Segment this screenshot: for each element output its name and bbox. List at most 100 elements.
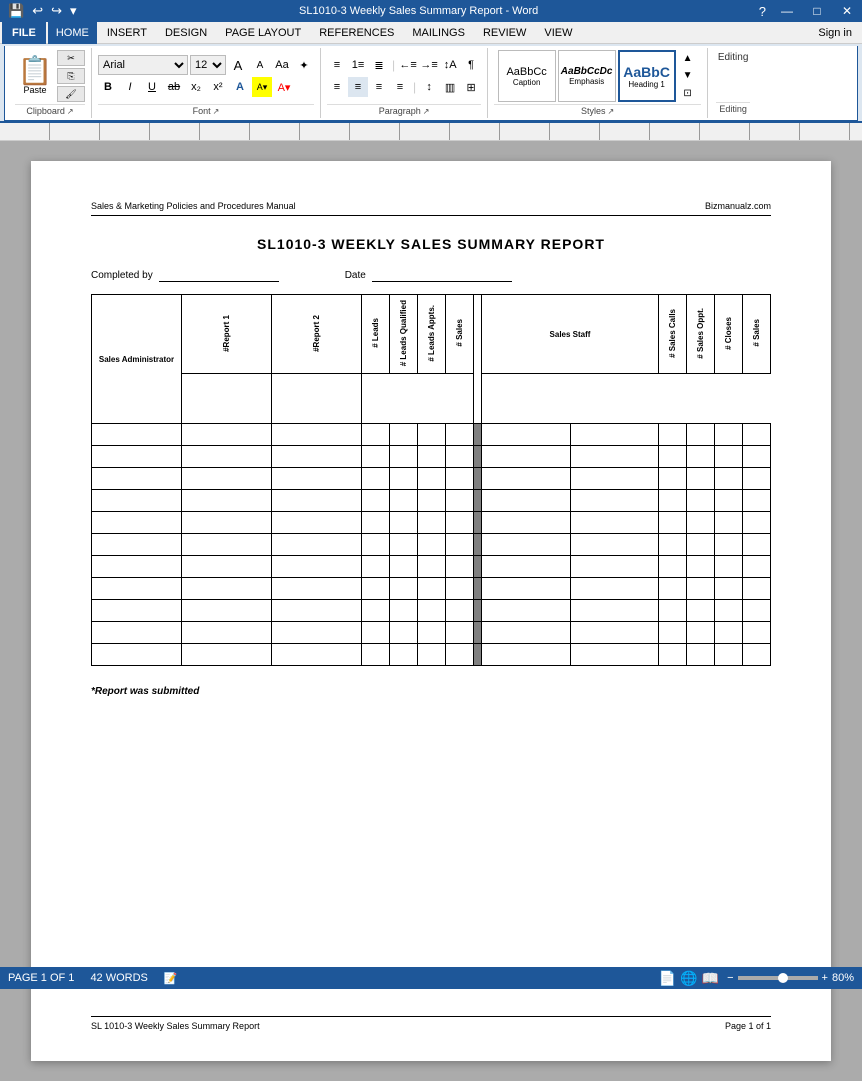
table-cell[interactable] [687, 490, 715, 512]
table-cell[interactable] [446, 578, 474, 600]
web-layout-icon[interactable]: 🌐 [680, 970, 697, 987]
table-cell[interactable] [715, 644, 743, 666]
save-icon[interactable]: 💾 [6, 3, 26, 19]
table-cell[interactable] [687, 446, 715, 468]
table-cell[interactable] [182, 424, 272, 446]
highlight-button[interactable]: A▾ [252, 77, 272, 97]
proofing-icon[interactable]: 📝 [164, 972, 178, 985]
table-cell[interactable] [362, 512, 390, 534]
table-cell[interactable] [659, 578, 687, 600]
borders-button[interactable]: ⊞ [461, 77, 481, 97]
align-center-button[interactable]: ≡ [348, 77, 368, 97]
view-tab[interactable]: VIEW [536, 22, 580, 44]
table-cell[interactable] [418, 512, 446, 534]
text-effects-button[interactable]: A [230, 77, 250, 97]
mailings-tab[interactable]: MAILINGS [404, 22, 473, 44]
style-heading1[interactable]: AaBbC Heading 1 [618, 50, 676, 102]
qa-dropdown-icon[interactable]: ▾ [68, 3, 79, 19]
table-cell[interactable] [362, 578, 390, 600]
table-cell[interactable] [182, 468, 272, 490]
table-cell[interactable] [715, 622, 743, 644]
grow-font-button[interactable]: A [228, 55, 248, 75]
table-cell[interactable] [418, 490, 446, 512]
table-cell[interactable] [715, 556, 743, 578]
table-cell[interactable] [446, 424, 474, 446]
table-cell[interactable] [182, 600, 272, 622]
table-cell[interactable] [687, 512, 715, 534]
table-cell[interactable] [418, 556, 446, 578]
table-cell[interactable] [182, 490, 272, 512]
bullets-button[interactable]: ≡ [327, 55, 347, 75]
table-cell[interactable] [418, 468, 446, 490]
show-formatting-button[interactable]: ¶ [461, 55, 481, 75]
table-cell[interactable] [570, 534, 659, 556]
table-cell[interactable] [272, 490, 362, 512]
table-cell[interactable] [92, 600, 182, 622]
zoom-out-button[interactable]: − [727, 972, 733, 984]
paragraph-expand-icon[interactable]: ↗ [423, 107, 430, 116]
table-cell[interactable] [659, 622, 687, 644]
table-cell[interactable] [715, 534, 743, 556]
zoom-slider[interactable] [738, 976, 818, 980]
table-cell[interactable] [687, 644, 715, 666]
table-cell[interactable] [570, 490, 659, 512]
cut-button[interactable]: ✂ [57, 50, 85, 66]
table-cell[interactable] [92, 534, 182, 556]
styles-scroll-up[interactable]: ▲ [678, 50, 698, 67]
table-cell[interactable] [570, 622, 659, 644]
table-cell[interactable] [390, 556, 418, 578]
table-cell[interactable] [570, 578, 659, 600]
style-caption[interactable]: AaBbCc Caption [498, 50, 556, 102]
table-cell[interactable] [390, 468, 418, 490]
table-cell[interactable] [687, 424, 715, 446]
table-cell[interactable] [743, 600, 771, 622]
table-cell[interactable] [390, 534, 418, 556]
table-cell[interactable] [659, 424, 687, 446]
table-cell[interactable] [390, 424, 418, 446]
table-cell[interactable] [715, 512, 743, 534]
styles-scroll-down[interactable]: ▼ [678, 67, 698, 84]
styles-expand-icon[interactable]: ↗ [608, 107, 615, 116]
table-cell[interactable] [743, 622, 771, 644]
references-tab[interactable]: REFERENCES [311, 22, 402, 44]
strikethrough-button[interactable]: ab [164, 77, 184, 97]
font-expand-icon[interactable]: ↗ [213, 107, 220, 116]
numbering-button[interactable]: 1≡ [348, 55, 368, 75]
change-case-button[interactable]: Aa [272, 55, 292, 75]
font-color-button[interactable]: A▾ [274, 77, 294, 97]
table-cell[interactable] [92, 490, 182, 512]
table-cell[interactable] [390, 490, 418, 512]
paste-button[interactable]: 📋 Paste [15, 50, 55, 102]
table-cell[interactable] [418, 600, 446, 622]
table-cell[interactable] [570, 468, 659, 490]
decrease-indent-button[interactable]: ←≡ [398, 55, 418, 75]
table-cell[interactable] [446, 622, 474, 644]
table-cell[interactable] [659, 446, 687, 468]
style-emphasis[interactable]: AaBbCcDc Emphasis [558, 50, 616, 102]
italic-button[interactable]: I [120, 77, 140, 97]
table-cell[interactable] [272, 578, 362, 600]
table-cell[interactable] [272, 512, 362, 534]
table-cell[interactable] [362, 622, 390, 644]
table-cell[interactable] [418, 644, 446, 666]
table-cell[interactable] [482, 644, 571, 666]
file-menu[interactable]: FILE [2, 22, 46, 44]
superscript-button[interactable]: x² [208, 77, 228, 97]
table-cell[interactable] [482, 600, 571, 622]
table-cell[interactable] [362, 644, 390, 666]
table-cell[interactable] [446, 600, 474, 622]
clipboard-expand-icon[interactable]: ↗ [67, 107, 74, 116]
table-cell[interactable] [272, 644, 362, 666]
table-cell[interactable] [362, 424, 390, 446]
table-cell[interactable] [570, 512, 659, 534]
table-cell[interactable] [182, 446, 272, 468]
table-cell[interactable] [715, 600, 743, 622]
table-cell[interactable] [715, 578, 743, 600]
table-cell[interactable] [272, 468, 362, 490]
table-cell[interactable] [570, 556, 659, 578]
table-cell[interactable] [482, 424, 571, 446]
table-cell[interactable] [92, 424, 182, 446]
table-cell[interactable] [482, 622, 571, 644]
restore-button[interactable]: □ [802, 0, 832, 22]
table-cell[interactable] [570, 446, 659, 468]
